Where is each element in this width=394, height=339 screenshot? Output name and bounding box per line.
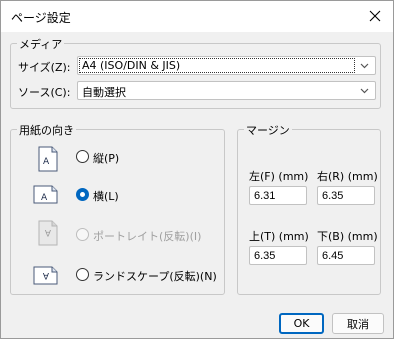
top-margin-input[interactable] (249, 246, 307, 265)
reverse-portrait-label: ポートレイト(反転)(I) (93, 230, 202, 243)
landscape-label[interactable]: 横(L) (93, 188, 119, 204)
close-icon (369, 10, 381, 22)
media-group-label: メディア (17, 36, 65, 52)
close-button[interactable] (359, 2, 391, 30)
margins-group: マージン 左(F) (mm) 右(R) (mm) 上(T) (mm) 下(B) … (237, 122, 381, 295)
source-select[interactable]: 自動選択 (77, 81, 376, 100)
chevron-down-icon (360, 88, 369, 94)
reverse-landscape-radio[interactable] (76, 268, 89, 281)
chevron-down-icon (360, 63, 369, 69)
reverse-landscape-label[interactable]: ランドスケープ(反転)(N) (93, 268, 217, 284)
reverse-portrait-icon: A (38, 220, 58, 246)
portrait-radio[interactable] (76, 150, 89, 163)
svg-text:A: A (42, 270, 49, 280)
source-label: ソース(C): (18, 86, 71, 99)
ok-button[interactable]: OK (279, 313, 324, 334)
page-setup-dialog: ページ設定 メディア サイズ(Z): A4 (ISO/DIN & JIS) ソー… (0, 0, 394, 339)
margins-group-label: マージン (244, 122, 292, 138)
portrait-icon: A (38, 146, 58, 172)
left-margin-label: 左(F) (mm) (249, 170, 309, 183)
left-margin-input[interactable] (249, 186, 307, 205)
window-title: ページ設定 (11, 11, 71, 25)
svg-text:A: A (43, 157, 50, 167)
bottom-margin-label: 下(B) (mm) (317, 230, 378, 243)
size-select-value: A4 (ISO/DIN & JIS) (79, 58, 355, 73)
orientation-group-label: 用紙の向き (17, 122, 76, 138)
landscape-icon: A (33, 185, 58, 204)
size-label: サイズ(Z): (18, 61, 71, 74)
top-margin-label: 上(T) (mm) (249, 230, 309, 243)
orientation-group: 用紙の向き A 縦(P) A 横(L) A ポートレイト(反転)(I) A ラン… (10, 122, 225, 295)
cancel-button[interactable]: 取消 (332, 313, 384, 334)
reverse-landscape-icon: A (33, 266, 58, 285)
media-group: メディア サイズ(Z): A4 (ISO/DIN & JIS) ソース(C): … (10, 36, 381, 109)
cancel-button-label: 取消 (347, 317, 369, 331)
svg-text:A: A (44, 227, 51, 237)
portrait-label[interactable]: 縦(P) (93, 150, 119, 166)
size-select[interactable]: A4 (ISO/DIN & JIS) (77, 56, 376, 75)
right-margin-label: 右(R) (mm) (317, 170, 378, 183)
title-bar: ページ設定 (1, 1, 393, 32)
landscape-radio[interactable] (76, 188, 89, 201)
bottom-margin-input[interactable] (317, 246, 375, 265)
right-margin-input[interactable] (317, 186, 375, 205)
svg-text:A: A (41, 193, 48, 203)
source-select-value: 自動選択 (82, 86, 126, 99)
ok-button-label: OK (293, 317, 310, 330)
reverse-portrait-radio[interactable] (76, 228, 89, 241)
